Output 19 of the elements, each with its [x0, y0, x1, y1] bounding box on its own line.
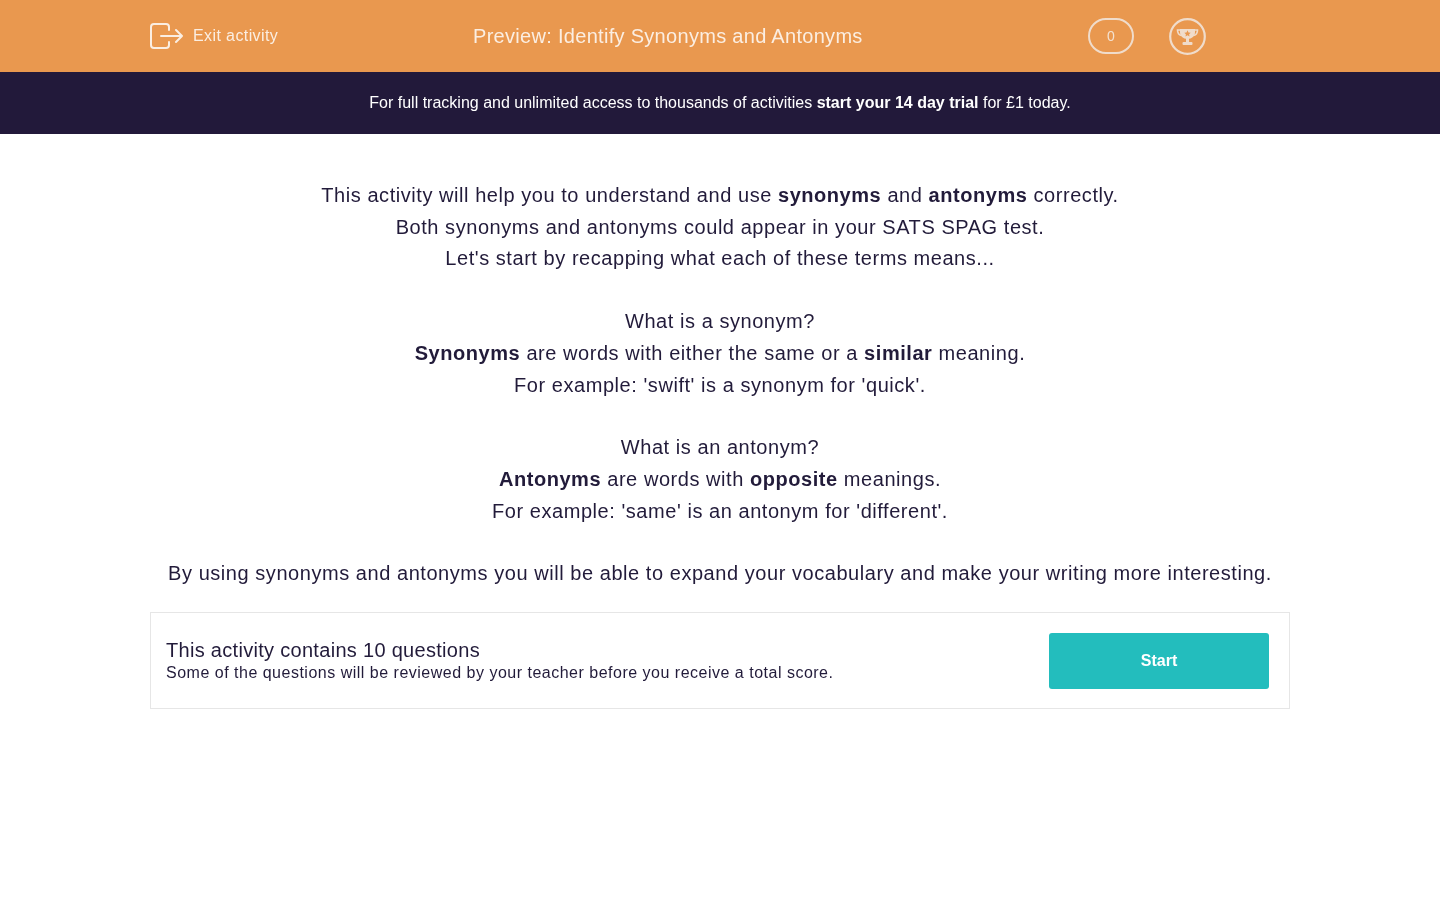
intro-text: What is a synonym?: [625, 309, 815, 335]
start-button[interactable]: Start: [1049, 632, 1269, 689]
intro-text: Synonyms are words with either the same or a similar meaning.: [414, 340, 1026, 366]
question-count-text: This activity contains 10 questions: [166, 639, 481, 663]
review-note-text: Some of the questions will be reviewed by your teacher before you receive a total score.: [166, 664, 834, 683]
exit-activity-link[interactable]: Exit activity: [150, 23, 279, 49]
intro-text: For example: 'same' is an antonym for 'different'.: [492, 498, 948, 524]
intro-text: Antonyms are words with opposite meanings.: [498, 466, 942, 492]
intro-text: Let's start by recapping what each of these terms means...: [445, 246, 995, 272]
activity-title: Preview: Identify Synonyms and Antonyms: [473, 24, 863, 48]
exit-icon: [150, 23, 183, 49]
trophy-icon[interactable]: [1169, 17, 1206, 55]
intro-text: Both synonyms and antonyms could appear in your SATS SPAG test.: [395, 214, 1045, 240]
intro-text: This activity will help you to understand and use synonyms and antonyms correctly.: [321, 183, 1119, 208]
trial-message: For full tracking and unlimited access to thousands of activities start your 14 day trial for £1 today.: [369, 94, 1071, 112]
score-counter: 0: [1088, 18, 1134, 54]
intro-text: What is an antonym?: [620, 435, 820, 461]
intro-text: By using synonyms and antonyms you will be able to expand your vocabulary and make your writing more interesting.: [168, 561, 1272, 587]
intro-text: For example: 'swift' is a synonym for 'quick'.: [514, 372, 926, 398]
